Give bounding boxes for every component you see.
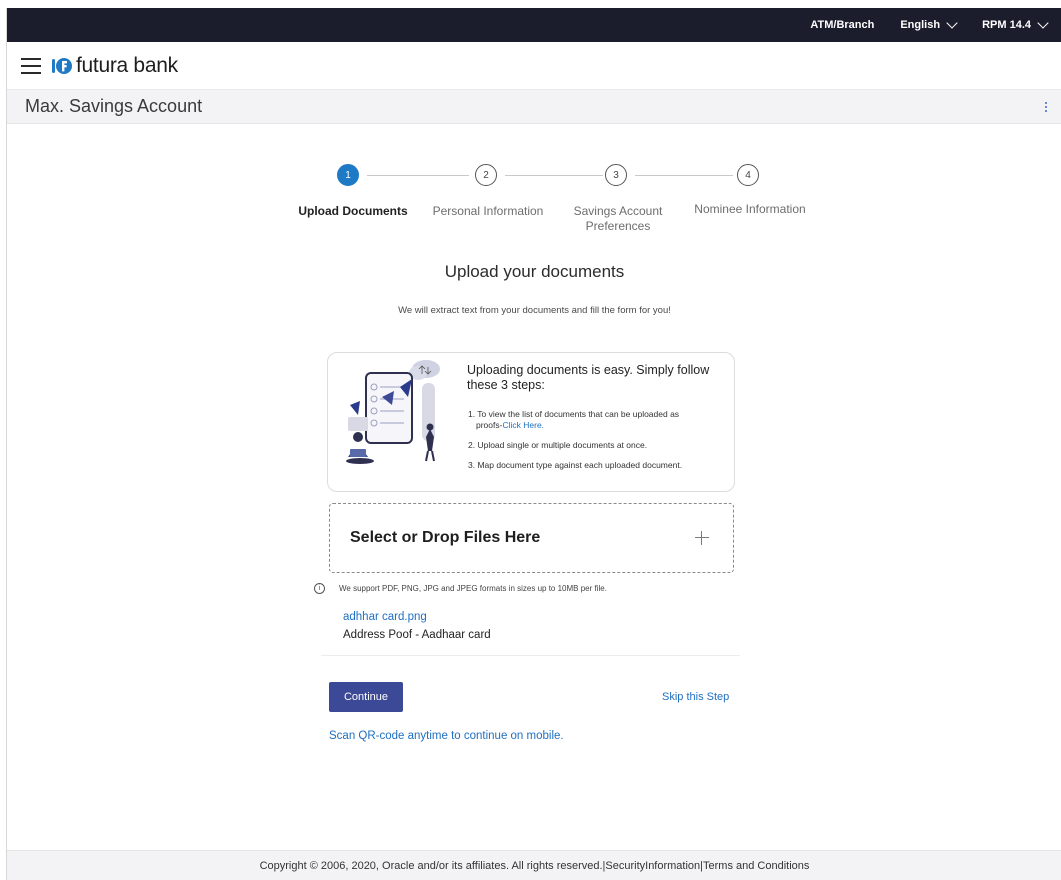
step-connector (367, 175, 469, 176)
instructions-title: Uploading documents is easy. Simply foll… (467, 363, 710, 392)
uploaded-file-name[interactable]: adhhar card.png (343, 611, 740, 623)
chevron-down-icon (946, 16, 958, 29)
instructions-list: 1. To view the list of documents that ca… (468, 409, 730, 480)
step-2-label: Personal Information (432, 204, 544, 218)
info-icon: i (314, 583, 325, 594)
atm-branch-label: ATM/Branch (810, 19, 875, 31)
step-1-indicator: 1 (337, 164, 359, 186)
plus-icon (695, 531, 709, 545)
step-3-label-line2: Preferences (585, 219, 651, 233)
step-3-indicator: 3 (605, 164, 627, 186)
instruction-step-1-text: 1. To view the list of documents that ca… (468, 409, 680, 419)
atm-branch-link[interactable]: ATM/Branch (810, 19, 874, 31)
kebab-menu-icon[interactable] (1045, 101, 1047, 112)
section-subheading: We will extract text from your documents… (398, 305, 671, 316)
skip-step-link[interactable]: Skip this Step (662, 691, 729, 703)
upload-instructions-card: Uploading documents is easy. Simply foll… (327, 352, 735, 492)
continue-button[interactable]: Continue (329, 682, 403, 712)
page-footer: Copyright © 2006, 2020, Oracle and/or it… (7, 850, 1061, 880)
step-connector (505, 175, 603, 176)
step-3-label: Savings Account Preferences (559, 204, 677, 234)
scan-qr-link[interactable]: Scan QR-code anytime to continue on mobi… (329, 730, 564, 742)
progress-stepper: 1 2 3 4 Upload Documents Personal Inform… (289, 164, 819, 244)
step-2-indicator: 2 (475, 164, 497, 186)
user-dropdown[interactable]: RPM 14.4 (982, 16, 1049, 31)
supported-formats-text: We support PDF, PNG, JPG and JPEG format… (339, 584, 607, 593)
hamburger-icon[interactable] (21, 57, 41, 74)
futura-logo-icon (52, 57, 72, 74)
step-4-label: Nominee Information (694, 202, 806, 216)
instruction-step-3: 3. Map document type against each upload… (468, 460, 683, 470)
instruction-step-1-continuation: proofs-Click Here. (468, 420, 730, 431)
file-dropzone[interactable]: Select or Drop Files Here (329, 503, 734, 573)
document-list-link[interactable]: Click Here. (502, 420, 544, 430)
app-frame: ATM/Branch English RPM 14.4 futura bank … (6, 8, 1061, 880)
page-title-bar: Max. Savings Account (7, 90, 1061, 124)
user-label: RPM 14.4 (982, 19, 1031, 31)
step-4-indicator: 4 (737, 164, 759, 186)
brand-logo[interactable]: futura bank (51, 54, 178, 78)
instruction-step-1-prefix: proofs- (476, 420, 503, 430)
step-3-label-line1: Savings Account (573, 204, 663, 218)
brand-header: futura bank (7, 42, 1061, 90)
footer-text: Copyright © 2006, 2020, Oracle and/or it… (259, 859, 810, 872)
brand-name: futura bank (76, 53, 178, 77)
dropzone-label: Select or Drop Files Here (350, 529, 541, 546)
language-dropdown[interactable]: English (900, 16, 958, 31)
document-upload-illustration (346, 360, 440, 464)
instruction-step-1: 1. To view the list of documents that ca… (468, 409, 730, 431)
supported-formats-note: i We support PDF, PNG, JPG and JPEG form… (314, 583, 607, 594)
instruction-step-2: 2. Upload single or multiple documents a… (468, 440, 648, 450)
step-1-label: Upload Documents (298, 204, 408, 218)
step-connector (635, 175, 733, 176)
uploaded-file-item: adhhar card.png Address Poof - Aadhaar c… (321, 606, 740, 656)
page-title: Max. Savings Account (25, 96, 203, 116)
language-label: English (900, 19, 941, 31)
uploaded-file-type: Address Poof - Aadhaar card (343, 629, 491, 641)
section-heading: Upload your documents (444, 262, 625, 281)
top-utility-bar: ATM/Branch English RPM 14.4 (7, 8, 1061, 42)
chevron-down-icon (1037, 16, 1049, 29)
